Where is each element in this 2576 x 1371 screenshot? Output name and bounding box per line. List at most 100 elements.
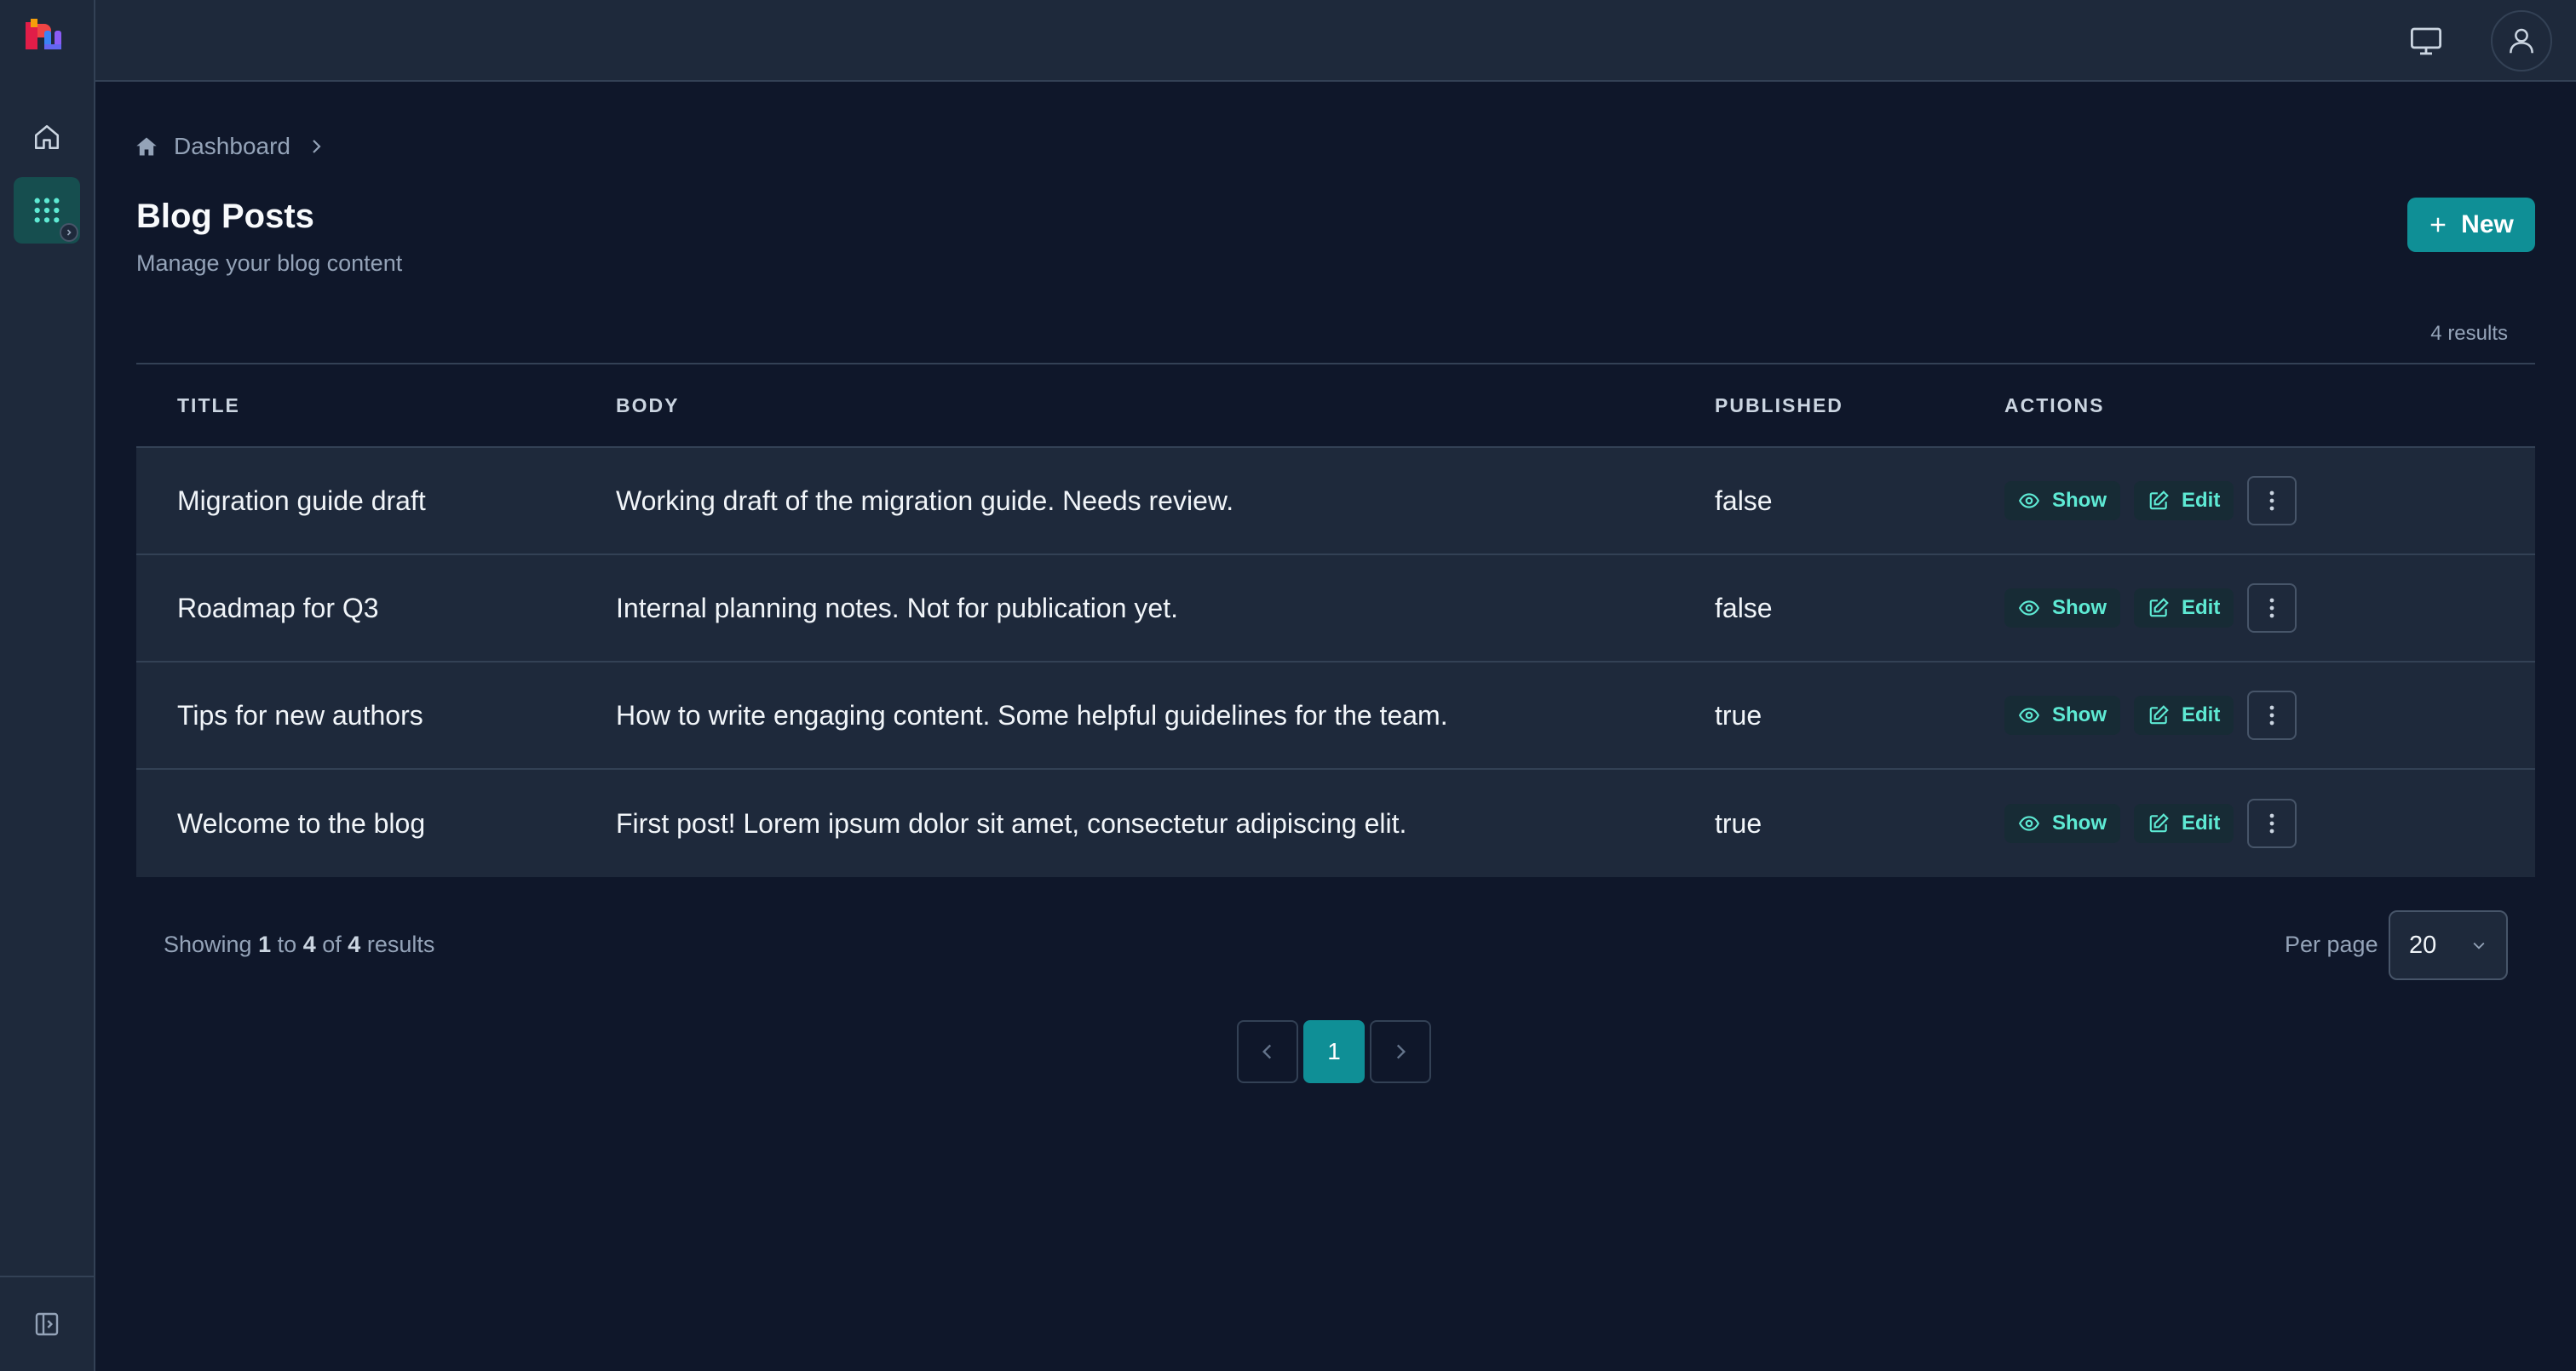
cell-published: false [1715, 485, 1773, 516]
chevron-down-icon [2473, 942, 2485, 949]
edit-button[interactable]: Edit [2134, 588, 2234, 628]
expand-chevron-icon[interactable] [60, 223, 78, 242]
row-actions: Show Edit [2004, 476, 2297, 525]
new-button[interactable]: New [2407, 198, 2535, 252]
showing-to: 4 [302, 932, 316, 957]
table-row[interactable]: Migration guide draft Working draft of t… [136, 448, 2535, 555]
more-vertical-icon [2269, 490, 2274, 511]
cell-body: First post! Lorem ipsum dolor sit amet, … [616, 807, 1407, 839]
chevron-right-icon [313, 140, 321, 153]
cell-body: Internal planning notes. Not for publica… [616, 592, 1178, 623]
more-actions-button[interactable] [2247, 691, 2297, 740]
edit-icon [2149, 490, 2169, 510]
pagination-summary: Showing 1 to 4 of 4 results [164, 932, 434, 958]
edit-icon [2149, 598, 2169, 617]
new-button-label: New [2461, 210, 2514, 238]
per-page-select[interactable]: 20 [2389, 910, 2508, 980]
show-button[interactable]: Show [2004, 696, 2120, 735]
results-count: 4 results [2430, 322, 2508, 345]
cell-title: Migration guide draft [177, 485, 426, 516]
edit-label: Edit [2182, 812, 2221, 835]
table-row[interactable]: Welcome to the blog First post! Lorem ip… [136, 770, 2535, 877]
showing-suffix: results [366, 932, 435, 957]
show-label: Show [2052, 489, 2107, 512]
cell-published: false [1715, 592, 1773, 623]
previous-page-button[interactable] [1237, 1020, 1298, 1083]
edit-icon [2149, 813, 2169, 833]
table-row[interactable]: Roadmap for Q3 Internal planning notes. … [136, 555, 2535, 663]
edit-icon [2149, 705, 2169, 725]
grid-icon [34, 198, 60, 223]
user-menu-button[interactable] [2491, 10, 2552, 72]
more-vertical-icon [2269, 705, 2274, 726]
show-button[interactable]: Show [2004, 481, 2120, 520]
posts-table: TITLE BODY PUBLISHED ACTIONS Migration g… [136, 363, 2535, 877]
home-icon [34, 124, 60, 150]
showing-to-word: to [277, 932, 297, 957]
topbar [95, 0, 2576, 82]
cell-published: true [1715, 807, 1762, 839]
more-vertical-icon [2269, 598, 2274, 618]
cell-published: true [1715, 699, 1762, 731]
show-button[interactable]: Show [2004, 804, 2120, 843]
per-page-value: 20 [2409, 931, 2437, 959]
showing-prefix: Showing [164, 932, 252, 957]
column-header-published[interactable]: PUBLISHED [1715, 394, 2004, 417]
showing-of-word: of [322, 932, 342, 957]
breadcrumb-item-dashboard[interactable]: Dashboard [174, 133, 290, 160]
breadcrumb: Dashboard [135, 131, 326, 162]
table-header: TITLE BODY PUBLISHED ACTIONS [136, 364, 2535, 448]
more-actions-button[interactable] [2247, 799, 2297, 848]
cell-title: Roadmap for Q3 [177, 592, 379, 623]
page-subtitle: Manage your blog content [136, 250, 403, 276]
show-label: Show [2052, 812, 2107, 835]
page-title: Blog Posts [136, 198, 314, 235]
eye-icon [2018, 493, 2040, 508]
home-icon[interactable] [135, 135, 158, 158]
user-icon [2510, 28, 2533, 54]
theme-toggle-button[interactable] [2395, 10, 2457, 72]
eye-icon [2018, 708, 2040, 723]
cell-title: Tips for new authors [177, 699, 423, 731]
sidebar-collapse-button[interactable] [14, 1291, 80, 1357]
monitor-icon [2410, 27, 2442, 55]
edit-label: Edit [2182, 703, 2221, 726]
row-actions: Show Edit [2004, 691, 2297, 740]
showing-from: 1 [258, 932, 272, 957]
show-label: Show [2052, 703, 2107, 726]
app-logo-icon[interactable] [19, 12, 66, 60]
chevron-left-icon [1262, 1044, 1272, 1059]
sidebar-collapse-icon [35, 1312, 59, 1336]
show-label: Show [2052, 596, 2107, 619]
table-row[interactable]: Tips for new authors How to write engagi… [136, 663, 2535, 770]
more-actions-button[interactable] [2247, 583, 2297, 633]
more-vertical-icon [2269, 813, 2274, 834]
sidebar-item-home[interactable] [14, 104, 80, 170]
edit-button[interactable]: Edit [2134, 696, 2234, 735]
pagination: 1 [1237, 1020, 1431, 1083]
next-page-button[interactable] [1370, 1020, 1431, 1083]
edit-label: Edit [2182, 596, 2221, 619]
cell-body: How to write engaging content. Some help… [616, 699, 1448, 731]
row-actions: Show Edit [2004, 583, 2297, 633]
show-button[interactable]: Show [2004, 588, 2120, 628]
eye-icon [2018, 600, 2040, 616]
cell-title: Welcome to the blog [177, 807, 426, 839]
eye-icon [2018, 816, 2040, 831]
page-button-1[interactable]: 1 [1303, 1020, 1365, 1083]
column-header-actions: ACTIONS [2004, 393, 2105, 416]
more-actions-button[interactable] [2247, 476, 2297, 525]
chevron-right-icon [1396, 1044, 1406, 1059]
edit-button[interactable]: Edit [2134, 481, 2234, 520]
plus-icon [2430, 217, 2446, 232]
showing-total: 4 [348, 932, 361, 957]
sidebar-divider [0, 1276, 94, 1277]
edit-button[interactable]: Edit [2134, 804, 2234, 843]
column-header-title[interactable]: TITLE [136, 394, 616, 417]
edit-label: Edit [2182, 489, 2221, 512]
per-page-label: Per page [2285, 932, 2378, 957]
sidebar [0, 0, 95, 1371]
row-actions: Show Edit [2004, 799, 2297, 848]
cell-body: Working draft of the migration guide. Ne… [616, 485, 1234, 516]
column-header-body[interactable]: BODY [616, 394, 1715, 417]
